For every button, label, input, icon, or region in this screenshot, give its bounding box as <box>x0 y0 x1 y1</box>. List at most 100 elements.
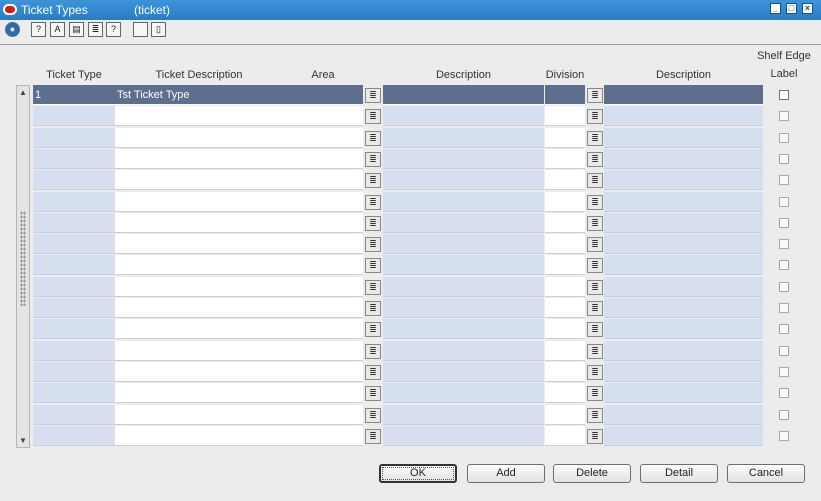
cell-ticket-description[interactable] <box>115 106 283 126</box>
cell-area-description[interactable] <box>383 170 544 190</box>
list-of-values-icon[interactable]: ≣ <box>365 195 381 210</box>
cell-area[interactable] <box>283 128 363 148</box>
cell-division-description[interactable] <box>604 362 763 382</box>
add-button[interactable]: Add <box>467 464 545 483</box>
cell-division[interactable] <box>545 277 585 297</box>
scroll-up-icon[interactable]: ▲ <box>19 88 27 97</box>
document-icon[interactable]: ▯ <box>151 22 166 37</box>
cell-area-description[interactable] <box>383 405 544 425</box>
list-of-values-icon[interactable]: ≣ <box>587 195 603 210</box>
cell-division-description[interactable] <box>604 255 763 275</box>
cell-ticket-description[interactable] <box>115 234 283 254</box>
list-of-values-icon[interactable]: ≣ <box>365 365 381 380</box>
list-of-values-icon[interactable]: ≣ <box>587 109 603 124</box>
cell-ticket-type[interactable] <box>33 192 115 212</box>
detail-button[interactable]: Detail <box>640 464 718 483</box>
list-of-values-icon[interactable]: ≣ <box>365 131 381 146</box>
cell-division[interactable] <box>545 149 585 169</box>
list-of-values-icon[interactable]: ≣ <box>365 258 381 273</box>
cell-area-description[interactable] <box>383 128 544 148</box>
cell-division[interactable] <box>545 192 585 212</box>
list-of-values-icon[interactable]: ≣ <box>587 131 603 146</box>
cell-ticket-description[interactable] <box>115 149 283 169</box>
cell-division-description[interactable] <box>604 298 763 318</box>
shelf-edge-label-checkbox[interactable] <box>779 239 789 249</box>
list-of-values-icon[interactable]: ≣ <box>587 301 603 316</box>
close-icon[interactable]: × <box>802 3 813 14</box>
list-of-values-icon[interactable]: ≣ <box>587 386 603 401</box>
list-of-values-icon[interactable]: ≣ <box>365 322 381 337</box>
cell-area[interactable] <box>283 405 363 425</box>
cell-ticket-description[interactable] <box>115 426 283 446</box>
ok-button[interactable]: OK <box>379 464 457 483</box>
cell-division-description[interactable] <box>604 234 763 254</box>
cell-area-description[interactable] <box>383 319 544 339</box>
cell-ticket-type[interactable] <box>33 383 115 403</box>
shelf-edge-label-checkbox[interactable] <box>779 154 789 164</box>
shelf-edge-label-checkbox[interactable] <box>779 111 789 121</box>
shelf-edge-label-checkbox[interactable] <box>779 303 789 313</box>
cell-area-description[interactable] <box>383 85 544 105</box>
cell-ticket-type[interactable] <box>33 128 115 148</box>
minimize-icon[interactable]: _ <box>770 3 781 14</box>
cell-ticket-description[interactable] <box>115 213 283 233</box>
scroll-grip[interactable] <box>20 211 26 306</box>
shelf-edge-label-checkbox[interactable] <box>779 346 789 356</box>
cell-ticket-type[interactable] <box>33 298 115 318</box>
cell-ticket-type[interactable] <box>33 213 115 233</box>
cell-division[interactable] <box>545 170 585 190</box>
list-of-values-icon[interactable]: ≣ <box>587 216 603 231</box>
cell-division-description[interactable] <box>604 319 763 339</box>
shelf-edge-label-checkbox[interactable] <box>779 410 789 420</box>
cell-division[interactable] <box>545 128 585 148</box>
blank-icon[interactable] <box>133 22 148 37</box>
list-of-values-icon[interactable]: ≣ <box>587 365 603 380</box>
cell-division-description[interactable] <box>604 149 763 169</box>
cell-division-description[interactable] <box>604 192 763 212</box>
list-of-values-icon[interactable]: ≣ <box>587 280 603 295</box>
list-of-values-icon[interactable]: ≣ <box>365 88 381 103</box>
cell-division[interactable] <box>545 234 585 254</box>
list-of-values-icon[interactable]: ≣ <box>365 386 381 401</box>
help-icon[interactable]: ? <box>31 22 46 37</box>
cell-area[interactable] <box>283 106 363 126</box>
cell-ticket-type[interactable] <box>33 106 115 126</box>
shelf-edge-label-checkbox[interactable] <box>779 175 789 185</box>
cell-area[interactable] <box>283 234 363 254</box>
cell-ticket-description[interactable] <box>115 192 283 212</box>
cell-ticket-description[interactable] <box>115 383 283 403</box>
cell-ticket-description[interactable] <box>115 255 283 275</box>
cell-area-description[interactable] <box>383 149 544 169</box>
cell-ticket-description[interactable] <box>115 362 283 382</box>
cell-area-description[interactable] <box>383 341 544 361</box>
cell-division-description[interactable] <box>604 383 763 403</box>
cell-division-description[interactable] <box>604 85 763 105</box>
cell-area-description[interactable] <box>383 192 544 212</box>
cell-area[interactable] <box>283 319 363 339</box>
cell-division-description[interactable] <box>604 341 763 361</box>
cell-area[interactable] <box>283 85 363 105</box>
cell-ticket-description[interactable]: Tst Ticket Type <box>115 85 283 105</box>
cell-ticket-type[interactable] <box>33 319 115 339</box>
cell-area[interactable] <box>283 362 363 382</box>
cell-ticket-type[interactable] <box>33 170 115 190</box>
list-of-values-icon[interactable]: ≣ <box>365 216 381 231</box>
cell-division[interactable] <box>545 383 585 403</box>
cell-division-description[interactable] <box>604 170 763 190</box>
cell-division[interactable] <box>545 255 585 275</box>
cell-ticket-type[interactable]: 1 <box>33 85 115 105</box>
shelf-edge-label-checkbox[interactable] <box>779 282 789 292</box>
cell-ticket-description[interactable] <box>115 405 283 425</box>
cell-ticket-description[interactable] <box>115 298 283 318</box>
list-of-values-icon[interactable]: ≣ <box>365 152 381 167</box>
list-of-values-icon[interactable]: ≣ <box>365 301 381 316</box>
cell-area[interactable] <box>283 383 363 403</box>
cell-ticket-description[interactable] <box>115 319 283 339</box>
globe-icon[interactable]: ● <box>5 22 20 37</box>
cell-division[interactable] <box>545 298 585 318</box>
cancel-button[interactable]: Cancel <box>727 464 805 483</box>
cell-area[interactable] <box>283 149 363 169</box>
cell-area-description[interactable] <box>383 298 544 318</box>
scroll-down-icon[interactable]: ▼ <box>19 436 27 445</box>
spell-icon[interactable]: A <box>50 22 65 37</box>
